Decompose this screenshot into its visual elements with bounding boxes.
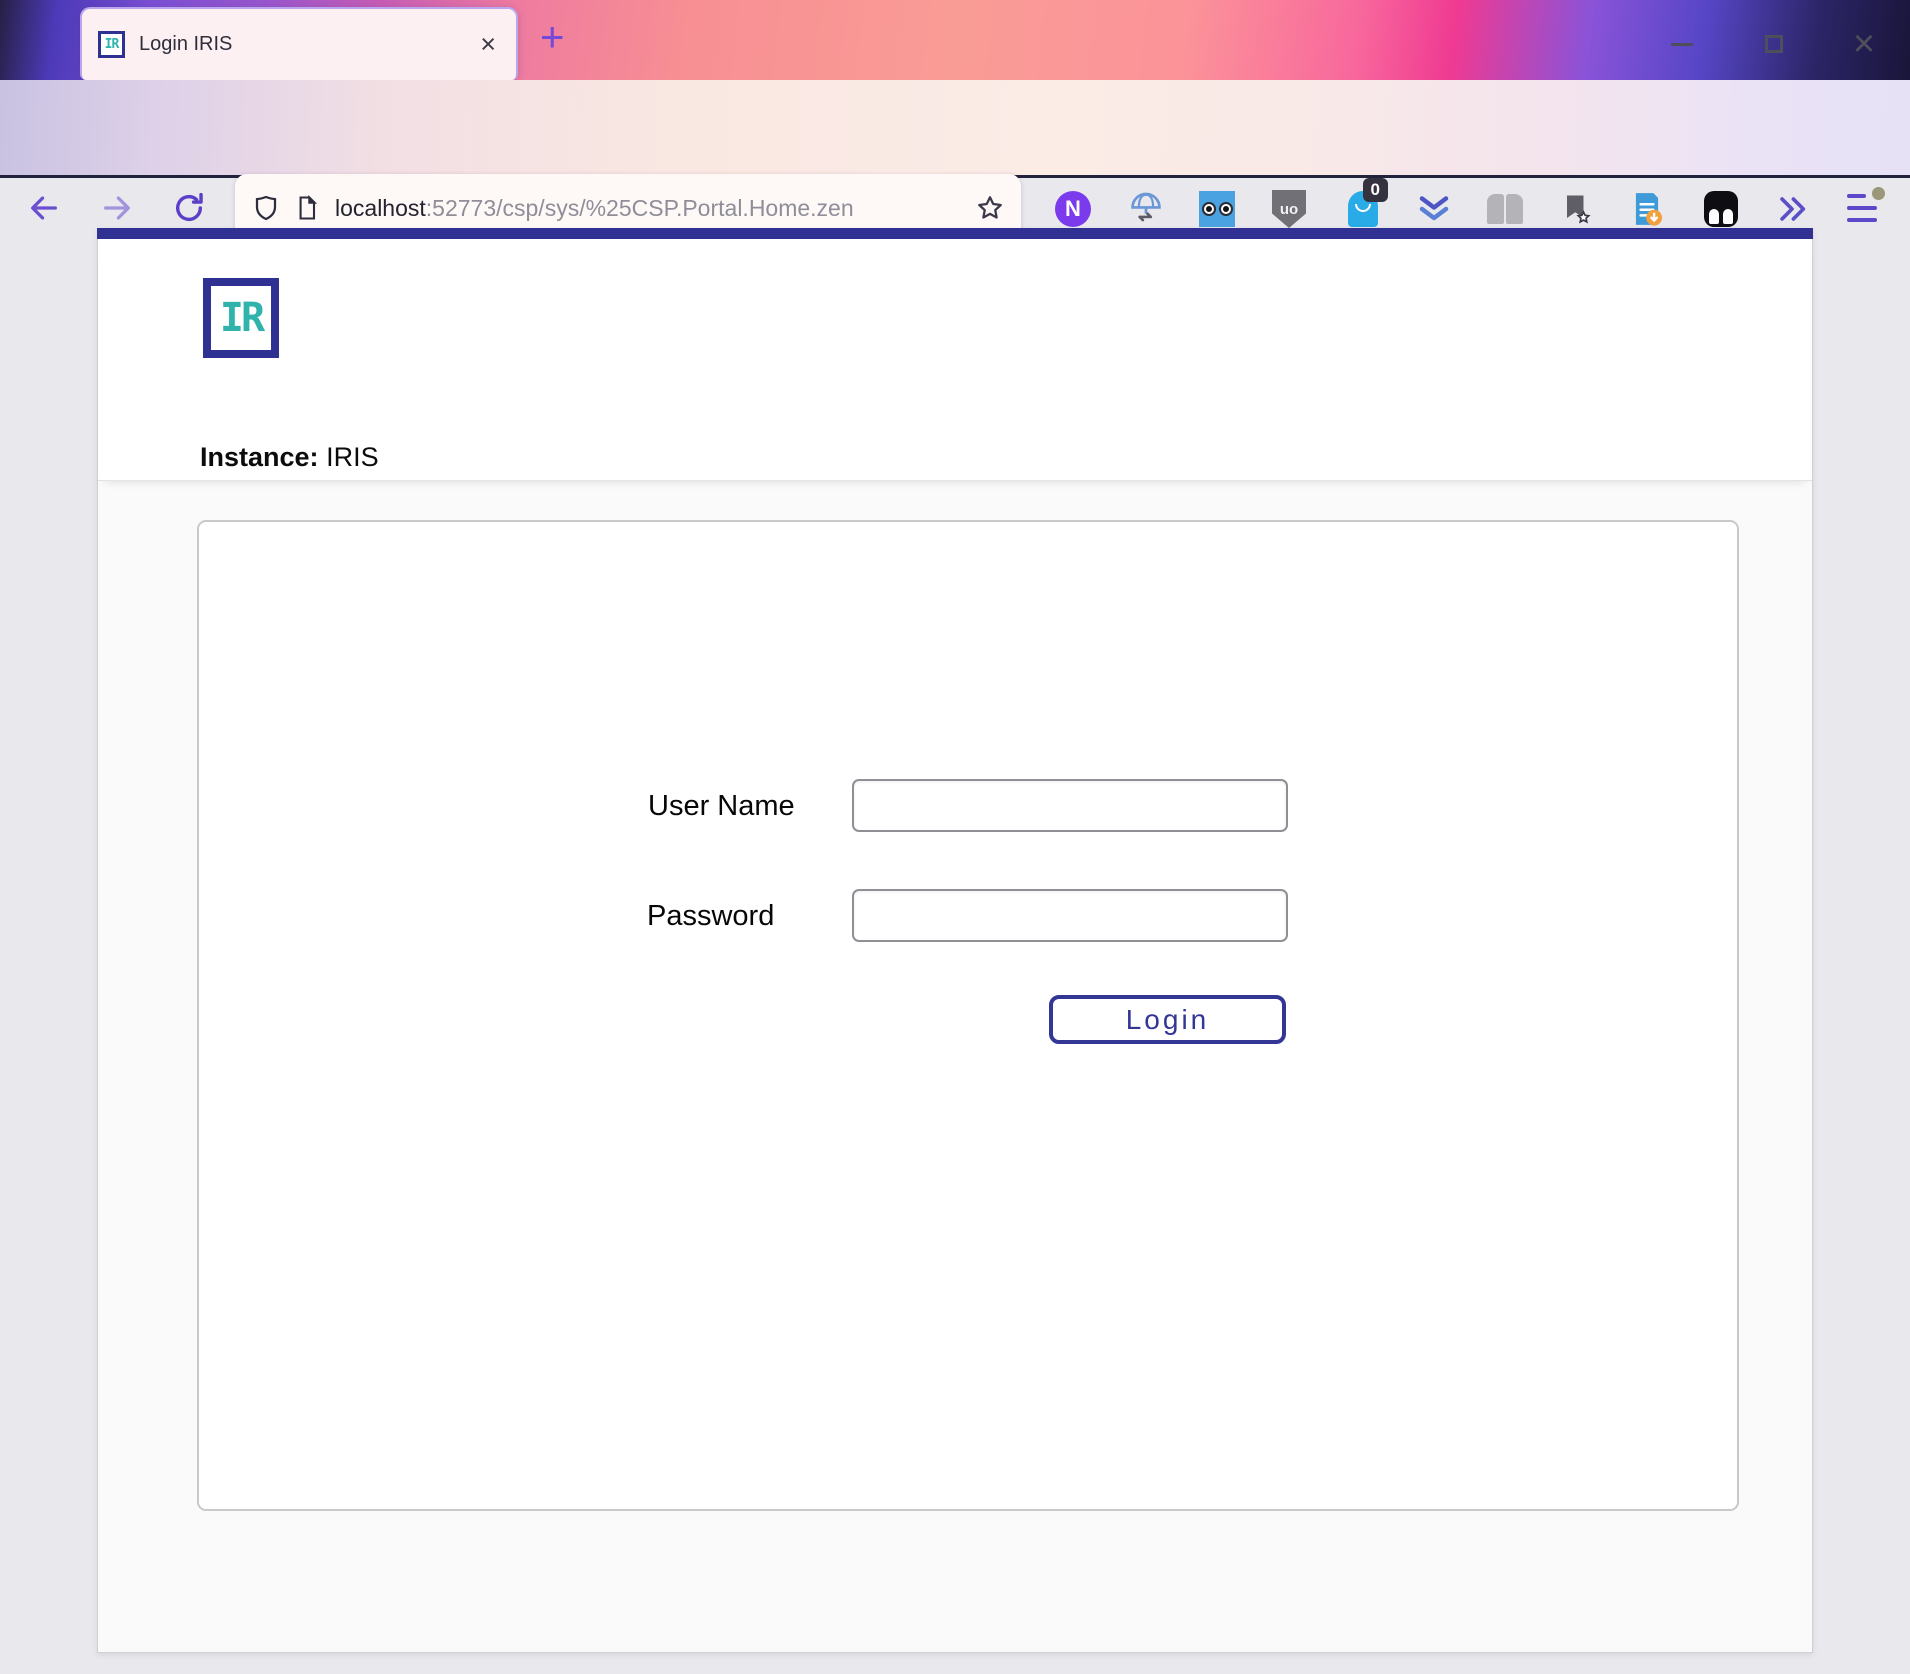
instance-line: Instance: IRIS [200, 442, 379, 473]
window-close-button[interactable]: × [1844, 26, 1884, 62]
iris-favicon: IR [98, 31, 125, 58]
ghost-icon: 0 [1348, 191, 1378, 227]
window-minimize-button[interactable] [1662, 26, 1702, 62]
bookmark-star-icon[interactable] [975, 193, 1005, 223]
iris-logo: IR [203, 278, 279, 358]
extension-googly-eyes[interactable] [1198, 190, 1236, 228]
toolbar-overflow-button[interactable] [1773, 190, 1811, 228]
forward-button[interactable] [98, 189, 136, 227]
googly-eyes-icon [1199, 191, 1235, 227]
password-input[interactable] [852, 889, 1288, 942]
menu-bar [1847, 194, 1866, 198]
extension-n-circle[interactable]: N [1054, 190, 1092, 228]
menu-notification-dot [1872, 187, 1885, 200]
extension-double-chevron[interactable] [1415, 190, 1453, 228]
ublock-shield-icon: uo [1272, 190, 1306, 228]
screen: IR Login IRIS × + × localhost:52773/csp/… [0, 0, 1910, 1674]
bookmark-star-extension-icon [1558, 190, 1594, 228]
document-download-icon [1628, 189, 1666, 229]
tab-login-iris[interactable]: IR Login IRIS × [80, 7, 518, 80]
extension-umbrella[interactable] [1127, 190, 1165, 228]
menu-bar [1847, 218, 1877, 222]
extension-open-book[interactable] [1486, 190, 1524, 228]
instance-value: IRIS [326, 442, 379, 472]
double-chevron-icon [1415, 191, 1453, 227]
forward-arrow-icon [100, 191, 134, 225]
login-button[interactable]: Login [1049, 995, 1286, 1044]
double-arrow-right-icon [1775, 192, 1809, 226]
maximize-icon [1765, 35, 1783, 53]
extension-document-download[interactable] [1628, 190, 1666, 228]
back-arrow-icon [27, 191, 61, 225]
login-panel [197, 520, 1739, 1511]
umbrella-icon [1127, 190, 1165, 228]
tab-close-icon[interactable]: × [476, 31, 500, 58]
url-fade [893, 195, 963, 222]
address-text[interactable]: localhost:52773/csp/sys/%25CSP.Portal.Ho… [335, 195, 963, 222]
extension-ublock-origin[interactable]: uo [1270, 190, 1308, 228]
n-circle-icon: N [1055, 191, 1091, 227]
extension-dark-mask[interactable] [1702, 190, 1740, 228]
reload-icon [172, 191, 206, 225]
page-info-icon[interactable] [293, 193, 321, 223]
instance-label: Instance: [200, 442, 319, 472]
back-button[interactable] [25, 189, 63, 227]
menu-bar [1847, 206, 1877, 210]
url-path: :52773/csp/sys/%25CSP.Portal.Home.zen [426, 195, 854, 221]
card-top-accent-bar [97, 228, 1813, 239]
tab-title: Login IRIS [139, 33, 476, 56]
minimize-icon [1671, 43, 1693, 46]
username-input[interactable] [852, 779, 1288, 832]
password-label: Password [647, 900, 774, 933]
app-menu-button[interactable] [1847, 192, 1883, 226]
extension-ghost[interactable]: 0 [1344, 190, 1382, 228]
tab-bar: IR Login IRIS × + × [0, 0, 1910, 80]
url-host: localhost [335, 195, 426, 221]
username-label: User Name [648, 790, 795, 823]
ghost-badge-count: 0 [1363, 178, 1388, 202]
navigation-toolbar: localhost:52773/csp/sys/%25CSP.Portal.Ho… [0, 80, 1910, 178]
reload-button[interactable] [170, 189, 208, 227]
open-book-icon [1487, 194, 1523, 224]
dark-mask-icon [1704, 191, 1738, 227]
extension-bookmark-star[interactable] [1557, 190, 1595, 228]
shield-icon[interactable] [251, 193, 281, 223]
new-tab-button[interactable]: + [540, 16, 565, 58]
window-maximize-button[interactable] [1754, 26, 1794, 62]
